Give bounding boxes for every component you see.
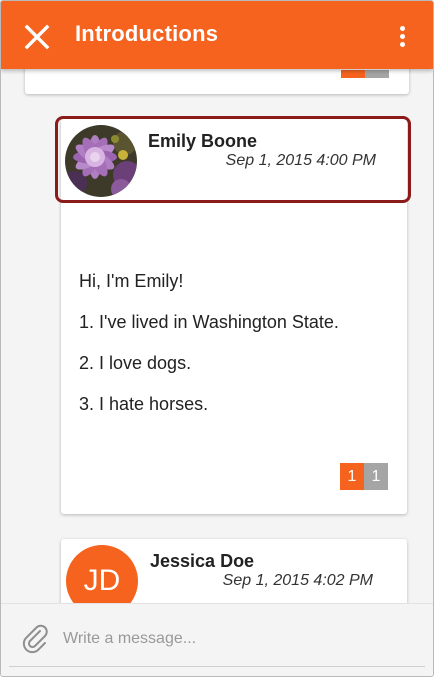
flower-photo-avatar-icon (65, 125, 137, 197)
entry-timestamp: Sep 1, 2015 4:02 PM (222, 572, 373, 589)
attach-button[interactable] (21, 624, 51, 654)
more-options-button[interactable] (389, 19, 417, 55)
badge (365, 70, 389, 78)
previous-entry-card[interactable] (25, 69, 409, 94)
badge (341, 70, 365, 78)
entry-card[interactable]: Emily Boone Sep 1, 2015 4:00 PM Hi, I'm … (55, 116, 411, 514)
previous-entry-badges (341, 69, 389, 83)
entry-badges: 11 (340, 463, 388, 490)
paperclip-icon (22, 624, 48, 654)
avatar[interactable] (65, 125, 137, 197)
divider (9, 666, 425, 667)
app-window: Introductions Emily Boone Sep 1, 2015 4:… (0, 0, 434, 677)
message-line: 3. I hate horses. (79, 394, 209, 414)
close-icon (24, 24, 50, 50)
close-button[interactable] (15, 15, 59, 59)
message-line: 2. I love dogs. (79, 353, 192, 373)
reply-count-badge[interactable]: 1 (364, 463, 388, 490)
message-composer (1, 603, 433, 676)
message-line: Hi, I'm Emily! (79, 271, 184, 291)
message-input[interactable] (63, 626, 403, 652)
discussion-list[interactable]: Emily Boone Sep 1, 2015 4:00 PM Hi, I'm … (1, 69, 433, 603)
message-body: Hi, I'm Emily! 1. I've lived in Washingt… (79, 271, 389, 435)
message-line: 1. I've lived in Washington State. (79, 312, 339, 332)
author-name[interactable]: Jessica Doe (150, 551, 254, 572)
app-bar: Introductions (1, 1, 433, 69)
entry-timestamp: Sep 1, 2015 4:00 PM (225, 152, 376, 169)
page-title: Introductions (75, 21, 219, 46)
author-name[interactable]: Emily Boone (148, 131, 257, 152)
unread-badge[interactable]: 1 (340, 463, 364, 490)
entry-card[interactable]: JD Jessica Doe Sep 1, 2015 4:02 PM (61, 539, 407, 603)
avatar[interactable]: JD (66, 545, 138, 603)
author-header-highlight[interactable]: Emily Boone Sep 1, 2015 4:00 PM (55, 116, 411, 203)
